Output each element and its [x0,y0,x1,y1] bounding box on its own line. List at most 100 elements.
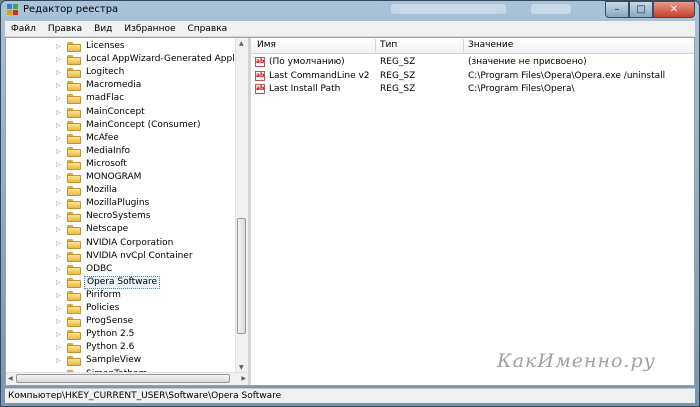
window-controls: – □ ✕ [605,1,695,18]
scroll-down-icon[interactable]: ▼ [239,364,244,371]
folder-icon [67,356,81,367]
menu-file[interactable]: Файл [5,24,42,34]
tree-item-label: Mozilla [86,185,118,196]
tree-item-label: McAfee [86,132,119,143]
expand-arrow-icon[interactable]: ▷ [56,56,61,63]
expand-arrow-icon[interactable]: ▷ [56,305,61,312]
expand-arrow-icon[interactable]: ▷ [56,292,61,299]
expand-arrow-icon[interactable]: ▷ [56,95,61,102]
tree-item-label: Netscape [86,224,129,235]
expand-arrow-icon[interactable]: ▷ [56,148,61,155]
folder-icon [67,94,81,105]
title-bar[interactable]: Редактор реестра – □ ✕ [1,1,699,20]
expand-arrow-icon[interactable]: ▷ [56,122,61,129]
tree-item-label: SampleView [86,355,142,366]
expand-arrow-icon[interactable]: ▷ [56,331,61,338]
tree-item-label: NVIDIA nvCpl Container [86,250,193,261]
tree-horizontal-scrollbar[interactable]: ◀ ▶ [6,372,248,385]
tree-item-label: Licenses [86,41,125,51]
expand-arrow-icon[interactable]: ▷ [56,357,61,364]
expand-arrow-icon[interactable]: ▷ [56,187,61,194]
folder-icon [67,199,81,210]
tree-item-label: MainConcept [86,106,145,117]
expand-arrow-icon[interactable]: ▷ [56,279,61,286]
value-data: C:\Program Files\Opera\ [468,84,575,94]
column-divider[interactable] [463,39,464,52]
menu-bar: Файл Правка Вид Избранное Справка [5,21,695,37]
value-data: (значение не присвоено) [468,57,587,67]
value-name: Last Install Path [269,84,341,94]
tree-horizontal-scroll-thumb[interactable] [16,374,230,383]
expand-arrow-icon[interactable]: ▷ [56,266,61,273]
menu-view[interactable]: Вид [88,24,118,34]
tree-vertical-scroll-thumb[interactable] [237,218,246,334]
folder-icon [67,133,81,144]
tree-item-label: Local AppWizard-Generated Applicatio [86,54,248,65]
string-value-icon: ab [255,70,265,81]
expand-arrow-icon[interactable]: ▷ [56,43,61,50]
tree-item-label: MozillaPlugins [86,198,150,209]
folder-icon [67,186,81,197]
value-type: REG_SZ [380,57,416,67]
tree-item-label: Opera Software [84,275,161,289]
folder-icon [67,264,81,275]
tree-vertical-scrollbar[interactable]: ▲ ▼ [235,38,248,373]
expand-arrow-icon[interactable]: ▷ [56,109,61,116]
folder-icon [67,107,81,118]
scroll-right-icon[interactable]: ▶ [241,375,246,382]
expand-arrow-icon[interactable]: ▷ [56,213,61,220]
column-header-data[interactable]: Значение [468,38,513,53]
expand-arrow-icon[interactable]: ▷ [56,69,61,76]
folder-icon [67,159,81,170]
tree-item-label: Piriform [86,289,121,300]
expand-arrow-icon[interactable]: ▷ [56,253,61,260]
column-header-name[interactable]: Имя [257,38,276,53]
folder-icon [67,55,81,66]
scroll-up-icon[interactable]: ▲ [239,40,244,47]
value-data: C:\Program Files\Opera\Opera.exe /uninst… [468,70,666,81]
tree-item-label: ProgSense [86,316,134,327]
folder-icon [67,290,81,301]
values-pane: Имя Тип Значение ab (По умолчанию) REG_SZ (… [251,38,694,385]
maximize-icon: □ [636,4,646,15]
value-type: REG_SZ [380,84,416,94]
window-title: Редактор реестра [23,4,119,15]
value-name: Last CommandLine v2 [269,70,370,81]
value-row[interactable]: ab Last Install Path REG_SZ C:\Program File… [251,83,694,96]
expand-arrow-icon[interactable]: ▷ [56,135,61,142]
menu-help[interactable]: Справка [182,24,234,34]
menu-edit[interactable]: Правка [42,24,88,34]
expand-arrow-icon[interactable]: ▷ [56,200,61,207]
value-row[interactable]: ab (По умолчанию) REG_SZ (значение не присв… [251,56,694,69]
title-background-blur [391,4,506,14]
watermark-text: КакИменно.ру [497,350,656,372]
expand-arrow-icon[interactable]: ▷ [56,226,61,233]
expand-arrow-icon[interactable]: ▷ [56,240,61,247]
status-bar: Компьютер\HKEY_CURRENT_USER\Software\Ope… [5,388,695,403]
expand-arrow-icon[interactable]: ▷ [56,174,61,181]
folder-icon [67,81,81,92]
maximize-button[interactable]: □ [629,1,653,18]
column-divider[interactable] [375,39,376,52]
folder-icon [67,330,81,341]
client-area: ▷ Licenses ▷ Local AppWizard-Generated Appl… [5,37,695,386]
column-header-type[interactable]: Тип [380,38,397,53]
expand-arrow-icon[interactable]: ▷ [56,161,61,168]
minimize-button[interactable]: – [605,1,629,18]
close-icon: ✕ [669,4,679,15]
folder-icon [67,343,81,354]
folder-icon [67,173,81,183]
expand-arrow-icon[interactable]: ▷ [56,82,61,89]
menu-favorites[interactable]: Избранное [118,24,181,34]
close-button[interactable]: ✕ [653,1,695,18]
folder-icon [67,251,81,262]
expand-arrow-icon[interactable]: ▷ [56,344,61,351]
folder-icon [67,120,81,131]
value-row[interactable]: ab Last CommandLine v2 REG_SZ C:\Program Fi… [251,70,694,83]
tree-item-label: Policies [86,303,120,313]
expand-arrow-icon[interactable]: ▷ [56,318,61,325]
values-header: Имя Тип Значение [251,38,694,54]
tree-item-label: Python 2.6 [86,342,135,353]
scroll-left-icon[interactable]: ◀ [8,375,13,382]
folder-icon [67,277,81,288]
